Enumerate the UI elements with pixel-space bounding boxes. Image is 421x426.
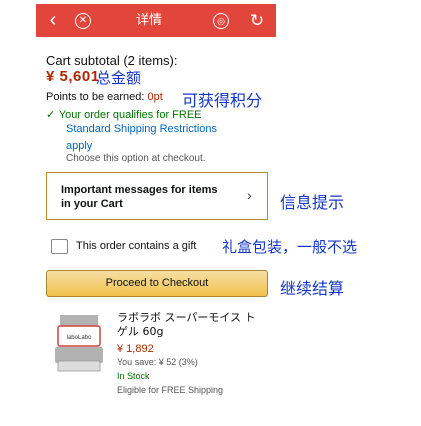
refresh-icon[interactable]: ↻ [244, 4, 270, 37]
gift-checkbox[interactable] [51, 239, 68, 254]
product-price: ¥ 1,892 [117, 343, 154, 355]
annotation-points: 可获得积分 [182, 91, 263, 110]
product-image[interactable]: laboLabo [50, 315, 108, 373]
free-shipping-notice: ✓ Your order qualifies for FREE [46, 109, 202, 122]
product-savings: You save: ¥ 52 (3%) [117, 357, 198, 367]
page-title: 详情 [136, 13, 163, 28]
annotation-total: 总金额 [96, 69, 142, 87]
annotation-checkout: 继续结算 [280, 279, 345, 298]
chevron-right-icon: › [247, 187, 252, 203]
product-free-shipping: Eligible for FREE Shipping [117, 385, 224, 395]
points-value: 0pt [147, 91, 163, 103]
cart-subtotal-amount: ¥ 5,601 [46, 68, 100, 85]
product-name[interactable]: ラボラボ スーパーモイス トゲル 60g [117, 311, 257, 339]
qualify-text: Your order qualifies for FREE [58, 109, 202, 121]
important-messages-button[interactable]: Important messages for items in your Car… [46, 172, 268, 220]
check-icon: ✓ [46, 109, 56, 121]
browser-topbar: ‹ ✕ 详情 ◎ ↻ [36, 4, 276, 37]
choose-option-text: Choose this option at checkout. [66, 153, 206, 164]
close-icon[interactable]: ✕ [70, 4, 96, 37]
points-label: Points to be earned: [46, 91, 145, 103]
shipping-restrictions-link[interactable]: Standard Shipping Restrictions [66, 123, 217, 135]
apply-text: apply [66, 140, 93, 152]
points-row: Points to be earned: 0pt [46, 91, 163, 103]
product-brand-label: laboLabo [67, 335, 92, 341]
back-icon[interactable]: ‹ [40, 4, 66, 37]
product-stock-status: In Stock [117, 371, 150, 381]
cart-subtotal-label: Cart subtotal (2 items): [46, 53, 178, 68]
annotation-messages: 信息提示 [280, 193, 345, 212]
annotation-gift: 礼盒包装，一般不选 [222, 238, 358, 256]
proceed-to-checkout-button[interactable]: Proceed to Checkout [46, 270, 268, 297]
gift-label: This order contains a gift [76, 240, 197, 252]
important-messages-label: Important messages for items in your Car… [61, 184, 218, 210]
globe-icon[interactable]: ◎ [208, 4, 234, 37]
